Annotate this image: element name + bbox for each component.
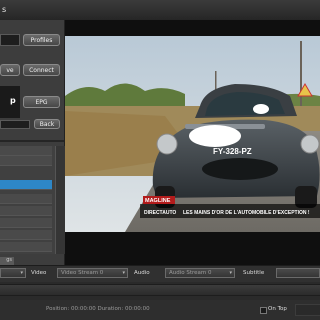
audio-stream-select[interactable]: Audio Stream 0 ▾	[165, 268, 235, 278]
audio-label: Audio	[134, 270, 150, 276]
caption-text: LES MAINS D'OR DE L'AUTOMOBILE D'EXCEPTI…	[183, 210, 310, 216]
logo-brand: MAGLINE	[145, 198, 171, 204]
video-stream-select[interactable]: Video Stream 0 ▾	[57, 268, 128, 278]
chevron-down-icon: ▾	[229, 270, 232, 276]
controls-bar	[0, 265, 320, 282]
left-tab[interactable]: gs	[0, 257, 14, 265]
video-border	[65, 20, 320, 36]
panel-separator	[0, 140, 64, 142]
back-button[interactable]: Back	[34, 119, 60, 129]
ontop-label: On Top	[268, 306, 287, 312]
title-bar	[0, 0, 320, 20]
channel-logo: DIRECTAUTO	[144, 210, 176, 216]
video-border-bottom	[65, 232, 320, 265]
list-item[interactable]	[0, 156, 52, 166]
now-playing-label: p	[10, 96, 16, 105]
profile-field[interactable]	[0, 34, 20, 46]
list-item-selected[interactable]	[0, 180, 52, 190]
video-image: FY-328-PZ MAGLINE DIRECTAUTO LES MAINS D…	[65, 36, 320, 232]
left-dropdown[interactable]: ▾	[0, 268, 26, 278]
list-item[interactable]	[0, 206, 52, 216]
seek-bar[interactable]	[0, 284, 320, 296]
epg-button[interactable]: EPG	[23, 96, 60, 108]
video-frame[interactable]: FY-328-PZ MAGLINE DIRECTAUTO LES MAINS D…	[65, 36, 320, 232]
status-right-box	[295, 304, 320, 316]
list-item[interactable]	[0, 146, 52, 156]
list-item[interactable]	[0, 218, 52, 228]
list-item[interactable]	[0, 230, 52, 240]
list-item[interactable]	[0, 242, 52, 252]
plate-text: FY-328-PZ	[213, 147, 252, 156]
ontop-checkbox[interactable]	[260, 307, 267, 314]
search-field[interactable]	[0, 120, 30, 129]
profiles-button[interactable]: Profiles	[23, 34, 60, 46]
remove-button[interactable]: ve	[0, 64, 20, 76]
window-title: s	[2, 5, 7, 14]
chevron-down-icon: ▾	[122, 270, 125, 276]
connect-button[interactable]: Connect	[23, 64, 60, 76]
subtitle-select[interactable]	[276, 268, 320, 278]
list-scrollbar[interactable]	[55, 146, 65, 254]
subtitle-label: Subtitle	[243, 270, 265, 276]
audio-stream-value: Audio Stream 0	[169, 270, 212, 276]
video-stream-value: Video Stream 0	[61, 270, 104, 276]
list-item[interactable]	[0, 194, 52, 204]
status-text: Position: 00:00:00 Duration: 00:00:00	[46, 306, 150, 312]
video-label: Video	[31, 270, 47, 276]
